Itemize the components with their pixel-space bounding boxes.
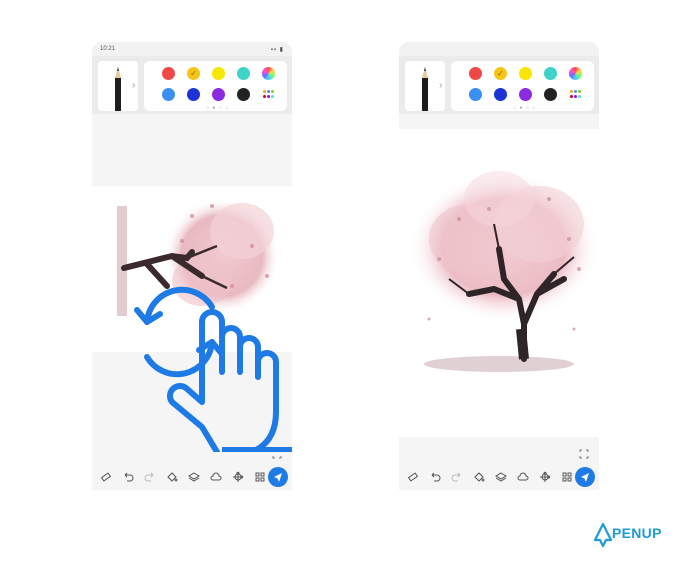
right-phone-screen: › ✓ ○ ● ○ ○ bbox=[399, 42, 599, 490]
chevron-right-icon[interactable]: › bbox=[132, 80, 135, 91]
swatch-black[interactable] bbox=[237, 88, 250, 101]
cherry-tree-drawing bbox=[409, 171, 599, 372]
swatch-dark-blue[interactable] bbox=[187, 88, 200, 101]
fill-icon[interactable] bbox=[166, 471, 178, 483]
grid-icon[interactable] bbox=[561, 471, 573, 483]
transform-icon[interactable] bbox=[539, 471, 551, 483]
check-icon: ✓ bbox=[190, 69, 197, 78]
send-button[interactable] bbox=[575, 467, 595, 487]
palette-pager: ○ ● ○ ○ bbox=[513, 105, 537, 111]
cloud-icon[interactable] bbox=[210, 471, 222, 483]
status-bar bbox=[399, 42, 599, 56]
pen-toolbar: › ✓ ○ ● ○ ○ bbox=[399, 56, 599, 114]
swatch-blue[interactable] bbox=[162, 88, 175, 101]
bottom-toolbar bbox=[399, 464, 599, 490]
swatch-dark-blue[interactable] bbox=[494, 88, 507, 101]
rotate-hand-gesture-icon bbox=[134, 286, 292, 452]
swatch-bright-yellow[interactable] bbox=[212, 67, 225, 80]
transform-icon[interactable] bbox=[232, 471, 244, 483]
expand-icon[interactable] bbox=[579, 446, 589, 459]
color-wheel-icon[interactable] bbox=[569, 67, 582, 80]
swatch-yellow-selected[interactable]: ✓ bbox=[494, 67, 507, 80]
color-palette: ✓ ○ ● ○ ○ bbox=[451, 61, 594, 111]
more-colors-icon[interactable] bbox=[263, 90, 275, 100]
grid-icon[interactable] bbox=[254, 471, 266, 483]
send-button[interactable] bbox=[268, 467, 288, 487]
swatch-purple[interactable] bbox=[212, 88, 225, 101]
color-wheel-icon[interactable] bbox=[262, 67, 275, 80]
swatch-red[interactable] bbox=[162, 67, 175, 80]
swatch-red[interactable] bbox=[469, 67, 482, 80]
swatch-teal[interactable] bbox=[237, 67, 250, 80]
redo-icon[interactable] bbox=[451, 471, 463, 483]
pen-toolbar: › ✓ ○ ● ○ ○ bbox=[92, 56, 292, 114]
chevron-right-icon[interactable]: › bbox=[439, 80, 442, 91]
undo-icon[interactable] bbox=[122, 471, 134, 483]
color-palette: ✓ ○ ● ○ ○ bbox=[144, 61, 287, 111]
layers-icon[interactable] bbox=[188, 471, 200, 483]
fill-icon[interactable] bbox=[473, 471, 485, 483]
send-icon bbox=[274, 473, 282, 482]
swatch-blue[interactable] bbox=[469, 88, 482, 101]
swatch-teal[interactable] bbox=[544, 67, 557, 80]
status-time: 10:21 bbox=[100, 46, 116, 52]
check-icon: ✓ bbox=[497, 69, 504, 78]
drawing-canvas[interactable] bbox=[399, 129, 599, 437]
palette-pager: ○ ● ○ ○ bbox=[206, 105, 230, 111]
more-colors-icon[interactable] bbox=[570, 90, 582, 100]
send-icon bbox=[581, 473, 589, 482]
status-bar: 10:21 ▪▪ ▮ bbox=[92, 42, 292, 56]
cloud-icon[interactable] bbox=[517, 471, 529, 483]
swatch-yellow-selected[interactable]: ✓ bbox=[187, 67, 200, 80]
swatch-black[interactable] bbox=[544, 88, 557, 101]
penup-logo-icon bbox=[593, 522, 613, 548]
layers-icon[interactable] bbox=[495, 471, 507, 483]
swatch-bright-yellow[interactable] bbox=[519, 67, 532, 80]
undo-icon[interactable] bbox=[429, 471, 441, 483]
eraser-icon[interactable] bbox=[100, 471, 112, 483]
status-icons: ▪▪ ▮ bbox=[270, 47, 284, 53]
eraser-icon[interactable] bbox=[407, 471, 419, 483]
swatch-purple[interactable] bbox=[519, 88, 532, 101]
left-phone-screen: 10:21 ▪▪ ▮ › ✓ ○ ● ○ ○ bbox=[92, 42, 292, 490]
bottom-toolbar bbox=[92, 464, 292, 490]
penup-logo-text: PENUP bbox=[612, 525, 662, 541]
redo-icon[interactable] bbox=[144, 471, 156, 483]
